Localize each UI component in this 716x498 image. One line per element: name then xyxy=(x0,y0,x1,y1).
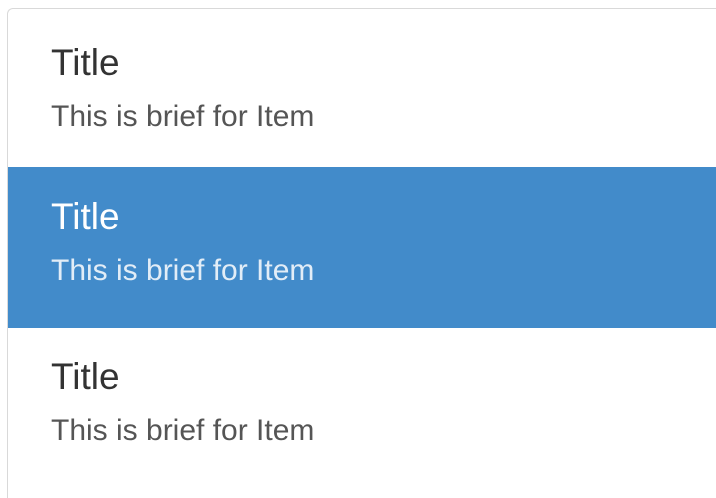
list-item-brief: This is brief for Item xyxy=(51,100,315,133)
list-item-title: Title xyxy=(51,196,120,237)
list-group: Title This is brief for Item Title This … xyxy=(7,8,716,498)
list-item[interactable]: Title This is brief for Item xyxy=(8,9,716,167)
list-item-brief: This is brief for Item xyxy=(51,414,315,447)
list-item-title: Title xyxy=(51,42,120,83)
list-item-title: Title xyxy=(51,356,120,397)
list-item-brief: This is brief for Item xyxy=(51,254,315,287)
list-item-active[interactable]: Title This is brief for Item xyxy=(8,167,716,328)
list-item[interactable]: Title This is brief for Item xyxy=(8,328,716,498)
